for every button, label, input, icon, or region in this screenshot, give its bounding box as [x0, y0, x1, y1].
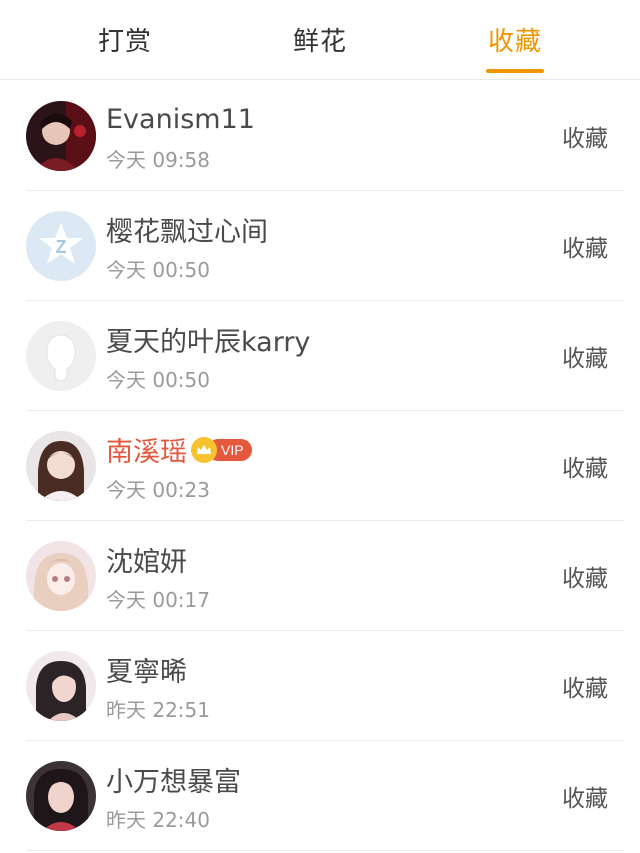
name-line: 南溪瑶 VIP	[106, 430, 562, 470]
favorite-action-label: 收藏	[562, 566, 608, 592]
list-item[interactable]: Evanism11 今天 09:58 收藏	[0, 81, 640, 191]
item-info: Evanism11 今天 09:58	[106, 100, 562, 173]
name-line: 小万想暴富	[106, 760, 562, 800]
timestamp: 今天 00:23	[106, 477, 210, 502]
tab-bar: 打赏 鲜花 收藏	[0, 0, 640, 80]
timestamp: 今天 00:50	[106, 257, 210, 282]
item-info: 夏天的叶辰karry 今天 00:50	[106, 320, 562, 393]
user-name: 南溪瑶	[106, 437, 187, 468]
avatar[interactable]	[26, 321, 96, 391]
vip-badge: VIP	[191, 436, 252, 463]
avatar[interactable]	[26, 541, 96, 611]
favorite-action-label: 收藏	[562, 786, 608, 812]
tab-label: 打赏	[97, 27, 152, 57]
user-name: 沈婠妍	[106, 547, 187, 578]
avatar[interactable]	[26, 101, 96, 171]
list-item[interactable]: 南溪瑶 VIP 今天 00:23 收藏	[0, 411, 640, 521]
timestamp: 昨天 22:40	[106, 807, 210, 832]
user-name: 樱花飘过心间	[106, 217, 268, 248]
timestamp: 昨天 22:51	[106, 697, 210, 722]
favorites-list: Evanism11 今天 09:58 收藏 Z 樱花飘过心间 今天 00:50	[0, 81, 640, 851]
user-name: 小万想暴富	[106, 767, 241, 798]
active-tab-indicator	[486, 69, 544, 73]
list-item[interactable]: Z 樱花飘过心间 今天 00:50 收藏	[0, 191, 640, 301]
tab-label: 鲜花	[292, 27, 347, 57]
svg-text:Z: Z	[56, 237, 67, 257]
name-line: 夏天的叶辰karry	[106, 320, 562, 360]
item-info: 夏寧晞 昨天 22:51	[106, 650, 562, 723]
crown-icon	[191, 436, 217, 463]
list-item[interactable]: 小万想暴富 昨天 22:40 收藏	[0, 741, 640, 851]
item-info: 南溪瑶 VIP 今天 00:23	[106, 430, 562, 503]
avatar[interactable]: Z	[26, 211, 96, 281]
name-line: 夏寧晞	[106, 650, 562, 690]
item-info: 沈婠妍 今天 00:17	[106, 540, 562, 613]
list-item[interactable]: 夏寧晞 昨天 22:51 收藏	[0, 631, 640, 741]
tab-flowers[interactable]: 鲜花	[255, 0, 385, 79]
favorites-screen: 打赏 鲜花 收藏 Evanism11 今天 09:58 收藏 Z 樱花飘过心间 …	[0, 0, 640, 853]
list-item[interactable]: 沈婠妍 今天 00:17 收藏	[0, 521, 640, 631]
avatar[interactable]	[26, 651, 96, 721]
timestamp: 今天 00:50	[106, 367, 210, 392]
user-name: Evanism11	[106, 104, 255, 135]
tab-favorites[interactable]: 收藏	[450, 0, 580, 79]
name-line: Evanism11	[106, 100, 562, 140]
name-line: 樱花飘过心间	[106, 210, 562, 250]
list-item[interactable]: 夏天的叶辰karry 今天 00:50 收藏	[0, 301, 640, 411]
name-line: 沈婠妍	[106, 540, 562, 580]
favorite-action-label: 收藏	[562, 236, 608, 262]
avatar[interactable]	[26, 761, 96, 831]
item-info: 小万想暴富 昨天 22:40	[106, 760, 562, 833]
timestamp: 今天 09:58	[106, 147, 210, 172]
favorite-action-label: 收藏	[562, 346, 608, 372]
timestamp: 今天 00:17	[106, 587, 210, 612]
avatar[interactable]	[26, 431, 96, 501]
tab-tips[interactable]: 打赏	[60, 0, 190, 79]
favorite-action-label: 收藏	[562, 456, 608, 482]
item-info: 樱花飘过心间 今天 00:50	[106, 210, 562, 283]
tab-label: 收藏	[487, 27, 542, 57]
user-name: 夏天的叶辰karry	[106, 327, 311, 358]
favorite-action-label: 收藏	[562, 126, 608, 152]
favorite-action-label: 收藏	[562, 676, 608, 702]
user-name: 夏寧晞	[106, 657, 187, 688]
